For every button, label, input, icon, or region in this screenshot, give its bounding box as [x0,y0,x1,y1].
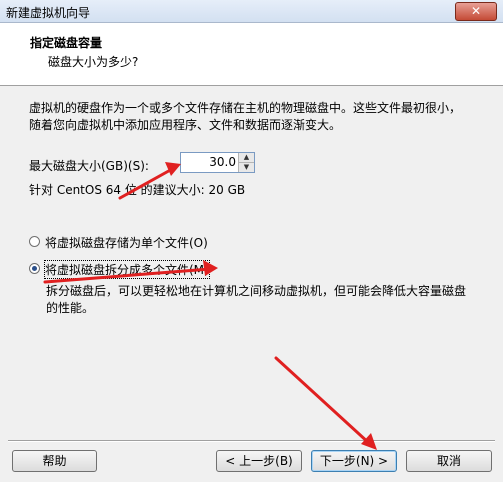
title-bar: 新建虚拟机向导 ✕ [0,0,503,23]
increment-arrow-icon[interactable]: ▲ [239,153,254,163]
page-title: 指定磁盘容量 [30,36,103,50]
arrow-head-disk-size [165,162,181,176]
decrement-arrow-icon[interactable]: ▼ [239,163,254,172]
button-divider [8,440,495,442]
close-icon: ✕ [470,4,482,18]
stepper-buttons: ▲ ▼ [238,153,254,172]
wizard-header: 指定磁盘容量 磁盘大小为多少? [0,23,503,86]
radio-split-files-label[interactable]: 将虚拟磁盘拆分成多个文件(M) [44,260,210,279]
cancel-button[interactable]: 取消 [406,450,492,472]
radio-selected-dot [32,266,37,271]
disk-size-label: 最大磁盘大小(GB)(S): [29,159,149,173]
next-button[interactable]: 下一步(N) > [311,450,397,472]
radio-circle[interactable] [29,236,40,247]
radio-single-file-label[interactable]: 将虚拟磁盘存储为单个文件(O) [45,234,208,251]
disk-size-stepper[interactable]: 30.0 ▲ ▼ [180,152,255,173]
description-text: 虚拟机的硬盘作为一个或多个文件存储在主机的物理磁盘中。这些文件最初很小，随着您向… [29,101,462,132]
recommended-size-text: 针对 CentOS 64 位 的建议大小: 20 GB [29,183,246,197]
window-title: 新建虚拟机向导 [6,6,91,20]
arrow-to-next-button [274,356,372,446]
disk-size-value[interactable]: 30.0 [209,155,236,169]
split-note-text: 拆分磁盘后，可以更轻松地在计算机之间移动虚拟机，但可能会降低大容量磁盘的性能。 [46,284,467,315]
back-button[interactable]: < 上一步(B) [216,450,302,472]
close-button[interactable]: ✕ [455,2,497,21]
help-button[interactable]: 帮助 [12,450,97,472]
page-subtitle: 磁盘大小为多少? [48,55,139,69]
radio-circle[interactable] [29,263,40,274]
